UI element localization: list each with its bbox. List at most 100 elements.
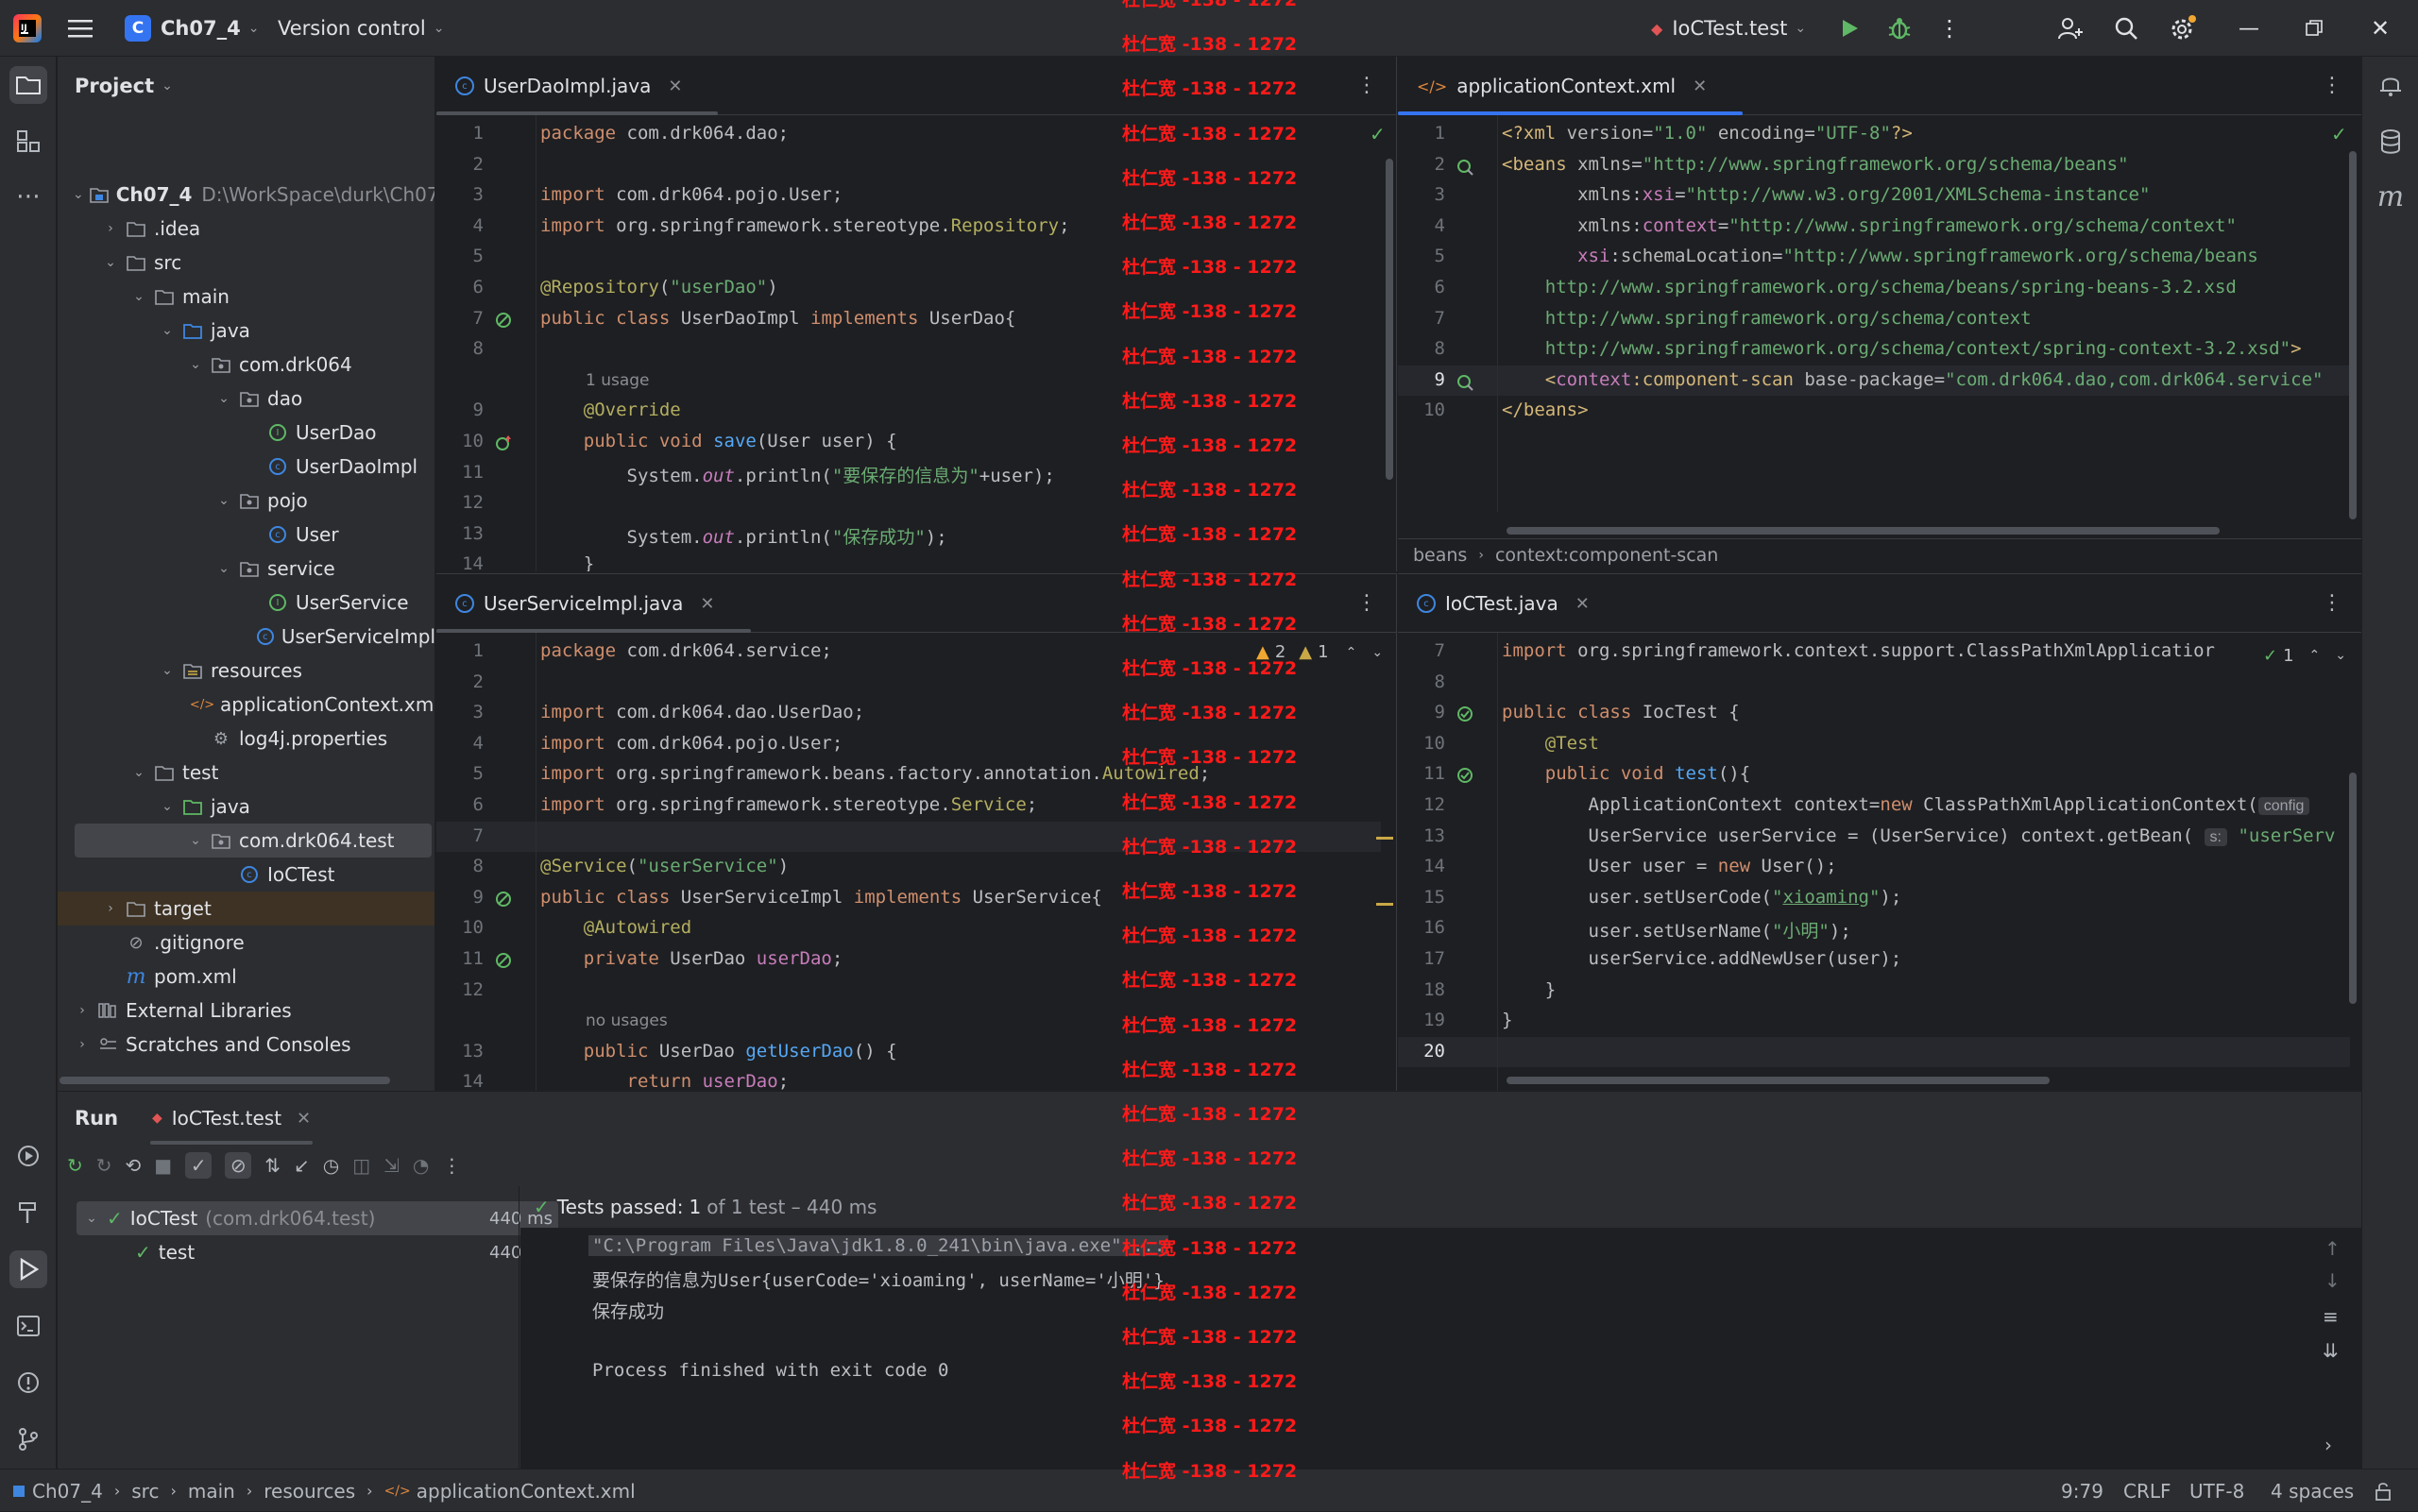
chevron-down-icon[interactable]: ⌄ (129, 289, 148, 304)
test-tree-item[interactable]: ✓test440 ms (77, 1235, 558, 1269)
usage-hint[interactable]: no usages (586, 1011, 668, 1030)
tree-item[interactable]: › target (58, 892, 434, 926)
run-tab-ioctest[interactable]: ◆ IoCTest.test ✕ (150, 1092, 314, 1145)
debug-button[interactable] (1887, 0, 1912, 57)
chevron-down-icon[interactable]: ⌄ (214, 391, 233, 406)
project-tool-button[interactable] (9, 66, 47, 104)
tab-userserviceimpl[interactable]: c UserServiceImpl.java ✕ (436, 574, 751, 633)
vertical-scrollbar[interactable] (2349, 773, 2357, 1004)
rerun-icon[interactable]: ↻ (67, 1154, 83, 1177)
toggle-auto-test-icon[interactable]: ⟲ (126, 1154, 142, 1177)
tree-item[interactable]: ⌄ com.drk064 (58, 348, 434, 382)
spring-bean-gutter-icon[interactable] (493, 310, 514, 331)
tab-actions-button[interactable]: ⋮ (2322, 74, 2342, 97)
tree-item[interactable]: ⌄ Ch07_4 D:\WorkSpace\durk\Ch07 (58, 178, 434, 212)
tree-item[interactable]: c IoCTest (58, 858, 434, 892)
build-tool-button[interactable] (9, 1194, 47, 1232)
close-window-button[interactable]: ✕ (2371, 0, 2390, 57)
line-separator[interactable]: CRLF (2123, 1470, 2171, 1512)
more-tools-button[interactable]: ⋯ (9, 178, 47, 215)
settings-button[interactable] (2169, 0, 2197, 57)
tab-applicationcontext[interactable]: </> applicationContext.xml ✕ (1398, 57, 1744, 115)
run-test-gutter-icon[interactable] (1455, 765, 1475, 786)
code-with-me-button[interactable] (2057, 0, 2084, 57)
caret-position[interactable]: 9:79 (2061, 1470, 2103, 1512)
main-menu-button[interactable] (68, 0, 94, 57)
structure-tool-button[interactable] (9, 123, 47, 161)
tree-item[interactable]: ⌄ java (58, 790, 434, 824)
history-icon[interactable]: ◷ (323, 1154, 339, 1177)
spring-bean-gutter-icon[interactable] (1455, 371, 1475, 392)
tree-item[interactable]: m pom.xml (58, 960, 434, 994)
chevron-up-icon[interactable]: ⌃ (1346, 645, 1357, 660)
inspection-widget[interactable]: ▲ 2 ▲ 1 ⌃ ⌄ (1256, 642, 1383, 662)
chevron-down-icon[interactable]: ⌄ (158, 799, 177, 814)
notifications-button[interactable] (2372, 66, 2409, 104)
horizontal-scrollbar[interactable] (1507, 1077, 2050, 1084)
file-encoding[interactable]: UTF-8 (2189, 1470, 2244, 1512)
sort-icon[interactable]: ⇅ (264, 1154, 281, 1177)
chevron-down-icon[interactable]: ⌄ (82, 1211, 101, 1226)
minimize-button[interactable]: — (2239, 0, 2259, 57)
stop-icon[interactable]: ■ (154, 1154, 172, 1177)
run-tool-button[interactable] (9, 1250, 47, 1288)
usage-hint[interactable]: 1 usage (586, 371, 650, 390)
tree-item[interactable]: c UserServiceImpl (58, 620, 434, 654)
chevron-right-icon[interactable]: › (101, 221, 120, 236)
close-icon[interactable]: ✕ (297, 1109, 311, 1129)
test-tree-item[interactable]: ⌄ ✓ IoCTest (com.drk064.test) 440 ms (77, 1201, 558, 1235)
code-area[interactable]: 7 import org.springframework.context.supp… (1398, 633, 2350, 1092)
chevron-down-icon[interactable]: ⌄ (1371, 645, 1383, 660)
tree-item[interactable]: ⌄ java (58, 314, 434, 348)
database-tool-button[interactable] (2372, 123, 2409, 161)
tree-item[interactable]: ⌄ dao (58, 382, 434, 416)
code-area[interactable]: 1 package com.drk064.service; 2 3 import com… (436, 633, 1381, 1092)
chevron-down-icon[interactable]: ⌄ (214, 493, 233, 508)
tree-item[interactable]: ⌄ pojo (58, 484, 434, 518)
chevron-right-icon[interactable]: › (73, 1003, 92, 1018)
close-icon[interactable]: ✕ (1575, 594, 1590, 614)
tab-actions-button[interactable]: ⋮ (1356, 591, 1377, 615)
status-breadcrumb-item[interactable]: Ch07_4 (32, 1480, 103, 1503)
tree-item[interactable]: ⌄ test (58, 756, 434, 790)
tree-item[interactable]: ⌄ main (58, 280, 434, 314)
project-switcher[interactable]: C Ch07_4 ⌄ (125, 0, 259, 57)
camera-icon[interactable]: ◫ (352, 1154, 370, 1177)
breadcrumb-item[interactable]: beans (1413, 545, 1467, 566)
terminal-tool-button[interactable] (9, 1307, 47, 1345)
import-icon[interactable]: ⇲ (383, 1154, 400, 1177)
chevron-right-icon[interactable]: › (2324, 1434, 2332, 1456)
chevron-down-icon[interactable]: ⌄ (158, 663, 177, 678)
chevron-down-icon[interactable]: ⌄ (129, 765, 148, 780)
chevron-down-icon[interactable]: ⌄ (158, 323, 177, 338)
inspection-widget[interactable]: ✓ 1 ⌃ ⌄ (2259, 642, 2350, 669)
tab-ioctest[interactable]: c IoCTest.java ✕ (1398, 574, 1609, 633)
tree-item[interactable]: I UserDao (58, 416, 434, 450)
console-output[interactable]: "C:\Program Files\Java\jdk1.8.0_241\bin\… (520, 1228, 2306, 1470)
show-passed-icon[interactable]: ✓ (185, 1152, 213, 1179)
run-button[interactable] (1838, 0, 1861, 57)
status-breadcrumb-item[interactable]: src (131, 1480, 159, 1503)
chevron-down-icon[interactable]: ⌄ (2335, 648, 2346, 663)
breadcrumb-item[interactable]: context:component-scan (1495, 545, 1718, 566)
run-test-gutter-icon[interactable] (1455, 704, 1475, 724)
code-area[interactable]: 1 package com.drk064.dao; 2 3 import com.drk… (436, 115, 1381, 571)
chevron-right-icon[interactable]: › (73, 1037, 92, 1052)
spring-bean-gutter-icon[interactable] (493, 950, 514, 971)
close-icon[interactable]: ✕ (668, 76, 682, 96)
tab-userdaoimpl[interactable]: c UserDaoImpl.java ✕ (436, 57, 719, 115)
arrow-down-icon[interactable]: ↓ (2324, 1269, 2341, 1292)
arrow-up-icon[interactable]: ↑ (2324, 1237, 2341, 1260)
horizontal-scrollbar[interactable] (60, 1077, 390, 1084)
code-area[interactable]: 1 <?xml version="1.0" encoding="UTF-8"?> 2… (1398, 115, 2350, 512)
scroll-to-end-icon[interactable]: ⇊ (2323, 1339, 2339, 1362)
implements-gutter-icon[interactable] (493, 433, 514, 453)
tree-item[interactable]: I UserService (58, 586, 434, 620)
maven-tool-button[interactable]: m (2372, 178, 2409, 215)
tree-item[interactable]: › .idea (58, 212, 434, 246)
tree-item[interactable]: ⚙ log4j.properties (58, 722, 434, 756)
tree-item[interactable]: </> applicationContext.xml (58, 688, 434, 722)
chevron-down-icon[interactable]: ⌄ (186, 357, 205, 372)
git-tool-button[interactable] (9, 1420, 47, 1458)
chevron-down-icon[interactable]: ⌄ (101, 255, 120, 270)
